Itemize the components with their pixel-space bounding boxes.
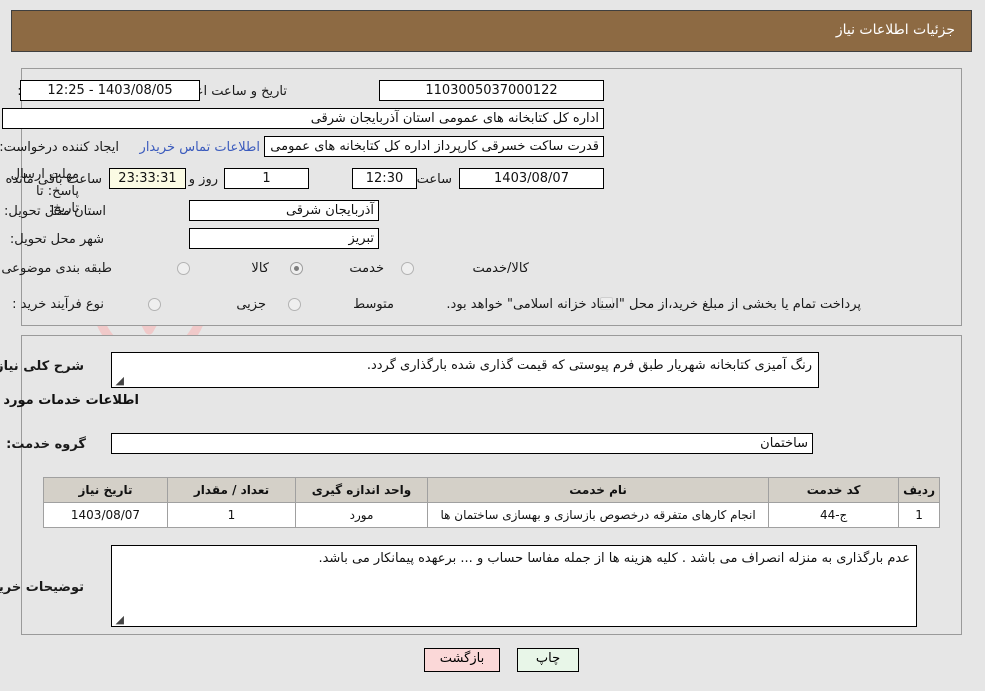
buyer-notes-label: توضیحات خریدار: xyxy=(0,580,85,595)
radio-process-motevaset[interactable] xyxy=(289,298,302,311)
resize-grip-icon[interactable]: ◢ xyxy=(115,375,125,386)
services-section-heading: اطلاعات خدمات مورد نیاز xyxy=(0,393,140,408)
remaining-days-label: روز و xyxy=(189,172,219,187)
services-table: ردیف کد خدمت نام خدمت واحد اندازه گیری ت… xyxy=(44,477,941,528)
th-code: کد خدمت xyxy=(769,477,901,503)
buyer-notes-textarea[interactable]: عدم بارگذاری به منزله انصراف می باشد . ک… xyxy=(112,545,918,627)
need-info-panel xyxy=(22,68,963,326)
cell-name: انجام کارهای متفرقه درخصوص بازسازی و بهس… xyxy=(427,502,771,528)
cell-code: ج-44 xyxy=(769,502,901,528)
radio-category-khedmat-label: خدمت xyxy=(350,261,385,276)
page-header-bar: جزئیات اطلاعات نیاز xyxy=(12,10,973,52)
radio-process-motevaset-label: متوسط xyxy=(354,297,395,312)
services-table-wrapper: ردیف کد خدمت نام خدمت واحد اندازه گیری ت… xyxy=(44,477,941,528)
delivery-province-field[interactable]: آذربایجان شرقی xyxy=(190,200,380,221)
request-creator-label: ایجاد کننده درخواست: xyxy=(0,140,120,155)
print-button[interactable]: چاپ xyxy=(518,648,580,672)
category-label: طبقه بندی موضوعی: xyxy=(0,261,113,276)
resize-grip-icon-notes[interactable]: ◢ xyxy=(115,614,125,625)
delivery-city-label: شهر محل تحویل: xyxy=(10,232,105,247)
announce-datetime-field[interactable]: 1403/08/05 - 12:25 xyxy=(21,80,201,101)
radio-category-kala-khedmat-label: کالا/خدمت xyxy=(473,261,530,276)
general-description-textarea[interactable]: رنگ آمیزی کتابخانه شهریار طبق فرم پیوستی… xyxy=(112,352,820,388)
radio-category-kala[interactable] xyxy=(178,262,191,275)
page-title: جزئیات اطلاعات نیاز xyxy=(836,22,956,38)
page-root: AriaTender.net جزئیات اطلاعات نیاز شماره… xyxy=(0,0,985,691)
th-qty: تعداد / مقدار xyxy=(168,477,297,503)
deadline-date-field[interactable]: 1403/08/07 xyxy=(460,168,605,189)
remaining-time-field: 23:33:31 xyxy=(110,168,187,189)
buyer-notes-value: عدم بارگذاری به منزله انصراف می باشد . ک… xyxy=(319,551,911,566)
table-row: 1 ج-44 انجام کارهای متفرقه درخصوص بازساز… xyxy=(44,502,941,528)
remaining-days-field[interactable]: 1 xyxy=(225,168,310,189)
buyer-org-field[interactable]: اداره کل کتابخانه های عمومی استان آذربای… xyxy=(3,108,605,129)
buyer-contact-link[interactable]: اطلاعات تماس خریدار xyxy=(141,140,261,155)
service-group-field[interactable]: ساختمان xyxy=(112,433,814,454)
cell-date: 1403/08/07 xyxy=(44,502,169,528)
service-group-label: گروه خدمت: xyxy=(7,437,87,452)
general-description-label: شرح کلی نیاز: xyxy=(0,359,85,374)
radio-process-jozei-label: جزیی xyxy=(237,297,267,312)
radio-category-kala-khedmat[interactable] xyxy=(402,262,415,275)
general-description-value: رنگ آمیزی کتابخانه شهریار طبق فرم پیوستی… xyxy=(367,358,813,373)
th-name: نام خدمت xyxy=(427,477,771,503)
delivery-province-label: استان محل تحویل: xyxy=(5,204,107,219)
process-type-label: نوع فرآیند خرید : xyxy=(13,297,105,312)
cell-unit: مورد xyxy=(296,502,429,528)
radio-process-jozei[interactable] xyxy=(149,298,162,311)
delivery-city-field[interactable]: تبریز xyxy=(190,228,380,249)
cell-qty: 1 xyxy=(168,502,297,528)
treasury-note-text: پرداخت تمام یا بخشی از مبلغ خرید،از محل … xyxy=(447,297,862,312)
deadline-hour-label: ساعت xyxy=(417,172,453,187)
cell-row: 1 xyxy=(899,502,941,528)
th-row: ردیف xyxy=(899,477,941,503)
th-date: تاریخ نیاز xyxy=(44,477,169,503)
request-creator-field[interactable]: قدرت ساکت خسرقی کارپرداز اداره کل کتابخا… xyxy=(265,136,605,157)
table-header-row: ردیف کد خدمت نام خدمت واحد اندازه گیری ت… xyxy=(44,477,941,503)
radio-category-kala-label: کالا xyxy=(252,261,270,276)
th-unit: واحد اندازه گیری xyxy=(296,477,429,503)
radio-category-khedmat[interactable] xyxy=(291,262,304,275)
remaining-time-label: ساعت باقی مانده xyxy=(6,172,103,187)
back-button[interactable]: بازگشت xyxy=(425,648,501,672)
deadline-time-field[interactable]: 12:30 xyxy=(353,168,418,189)
need-number-field[interactable]: 1103005037000122 xyxy=(380,80,605,101)
